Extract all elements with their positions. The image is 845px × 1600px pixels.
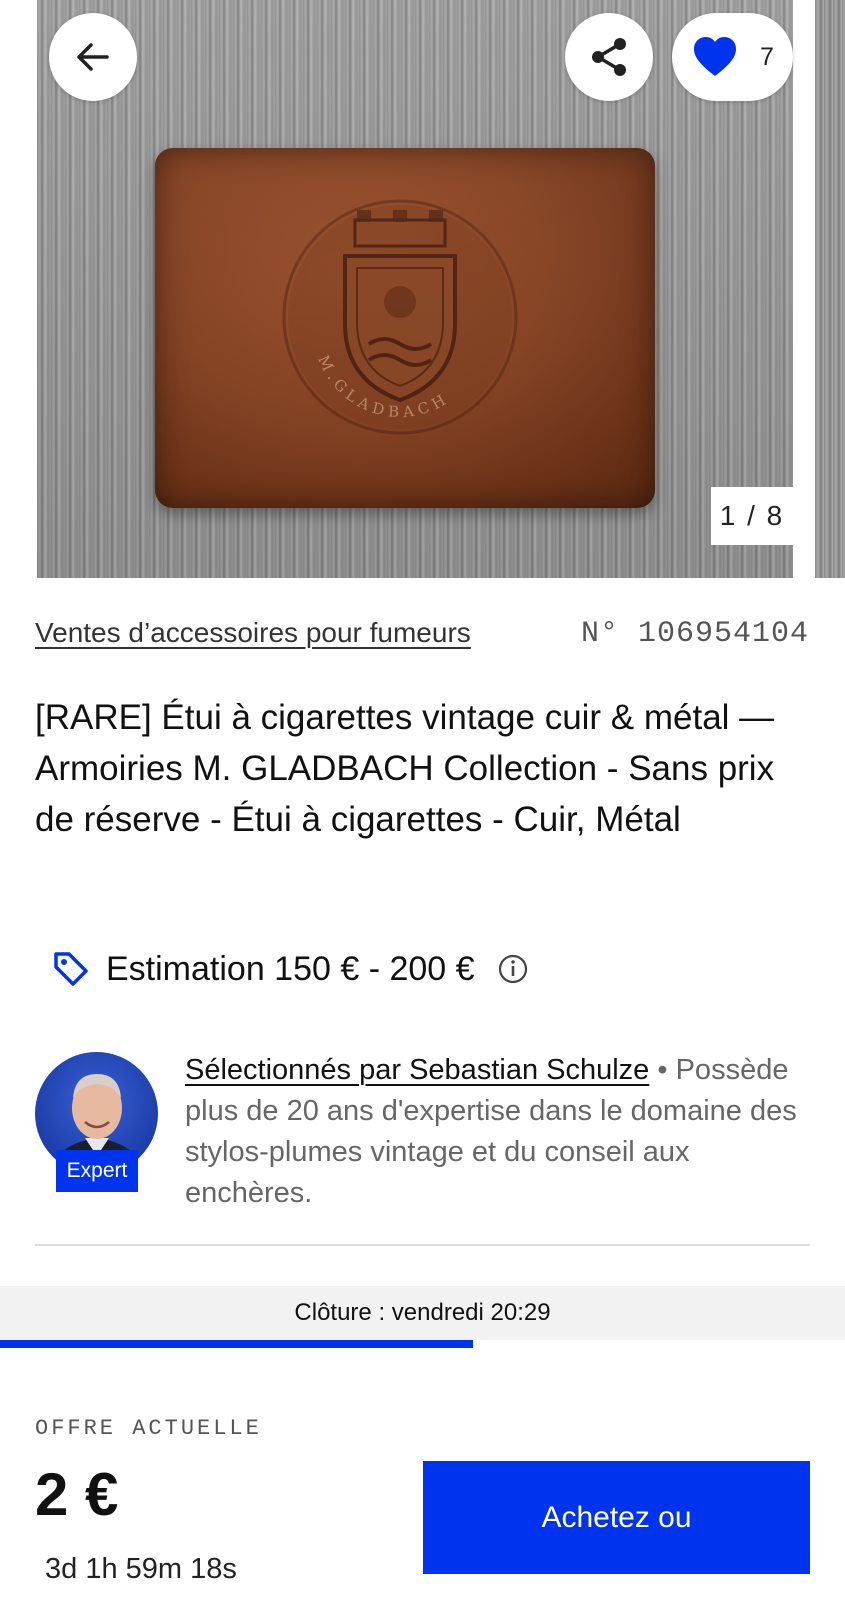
estimate-text: Estimation 150 € - 200 € [106,949,475,988]
favorite-count: 7 [760,42,774,71]
info-icon[interactable] [497,953,529,985]
estimate-row: Estimation 150 € - 200 € [52,944,529,994]
share-button[interactable] [565,13,653,101]
image-gallery[interactable]: M.GLADBACH 7 1 / 8 [0,0,845,578]
leather-case-image: M.GLADBACH [155,148,655,508]
closing-text: Clôture : vendredi 20:29 [294,1299,551,1326]
buy-button-label: Achetez ou [541,1500,692,1534]
next-photo-preview[interactable] [815,0,845,578]
section-divider [35,1244,810,1246]
expert-badge: Expert [56,1150,138,1192]
lot-photo[interactable]: M.GLADBACH [37,0,793,578]
expert-name-link[interactable]: Sélectionnés par Sebastian Schulze [185,1054,649,1086]
countdown-timer: 3d 1h 59m 18s [45,1553,237,1585]
current-bid-label: OFFRE ACTUELLE [35,1416,262,1441]
photo-counter: 1 / 8 [711,487,793,545]
heart-icon [694,37,736,76]
favorite-button[interactable]: 7 [672,13,793,101]
svg-text:M.GLADBACH: M.GLADBACH [314,352,453,421]
emboss-lettering: M.GLADBACH [314,352,448,421]
tag-icon [54,952,88,986]
share-icon [592,38,626,76]
current-bid-value: 2 € [35,1461,119,1528]
lot-number: N° 106954104 [580,617,809,651]
lot-title: [RARE] Étui à cigarettes vintage cuir & … [35,698,775,839]
time-progress-fill [0,1340,474,1348]
buy-button[interactable]: Achetez ou [423,1461,810,1574]
coat-of-arms-emboss: M.GLADBACH [282,199,518,435]
back-arrow-icon [77,43,109,71]
closing-bar: Clôture : vendredi 20:29 [0,1286,845,1340]
time-progress-bar [0,1340,845,1348]
category-link[interactable]: Ventes d’accessoires pour fumeurs [35,617,471,649]
back-button[interactable] [49,13,137,101]
expert-description: Sélectionnés par Sebastian Schulze • Pos… [185,1050,805,1214]
expert-separator: • [649,1054,676,1086]
